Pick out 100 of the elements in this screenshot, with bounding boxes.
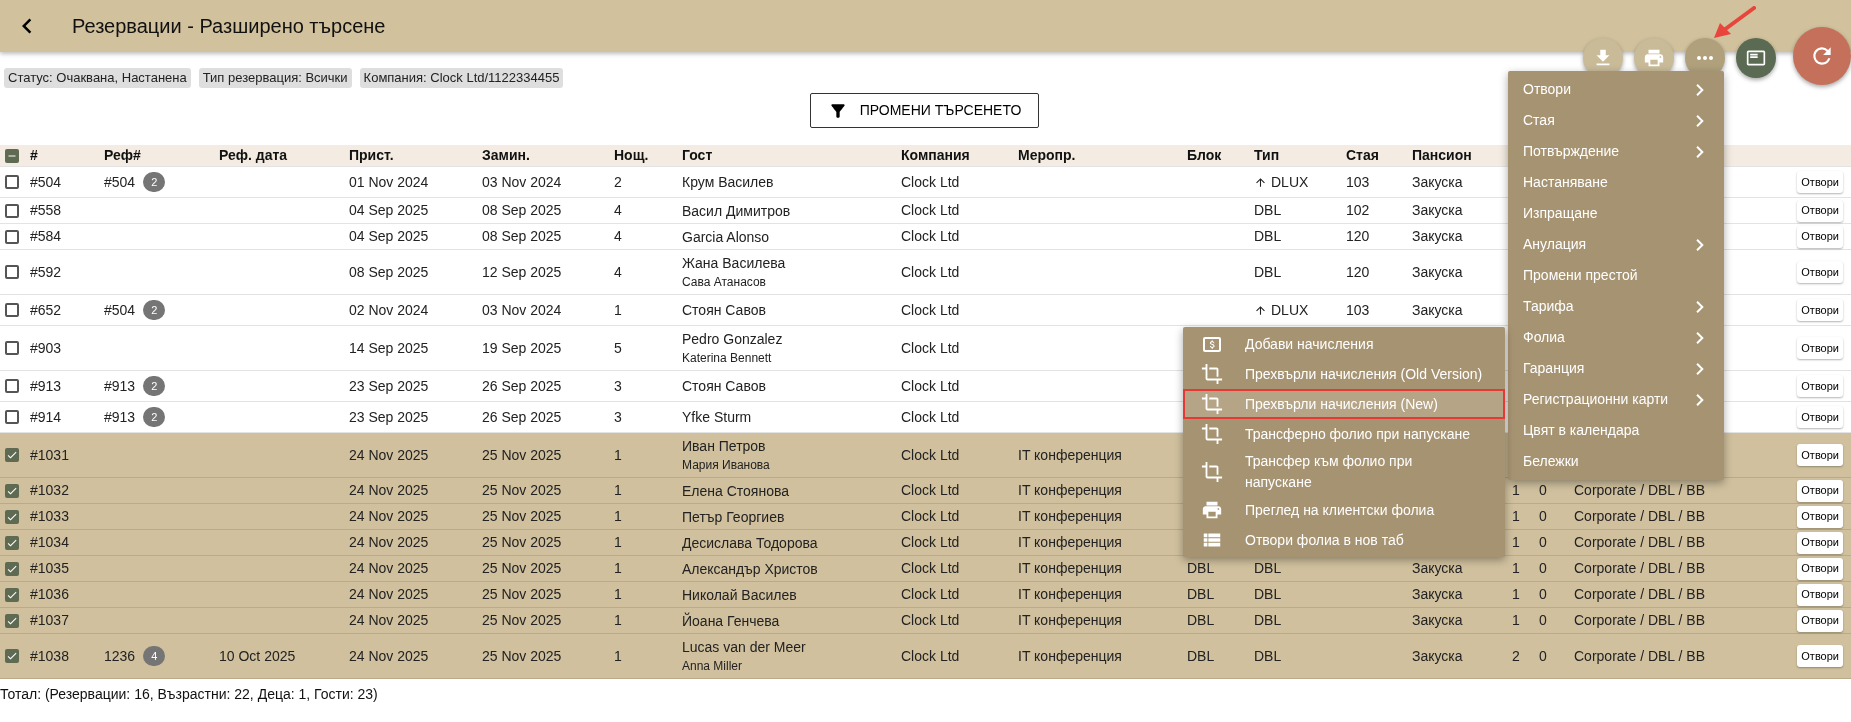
- table-row[interactable]: #1037 24 Nov 2025 25 Nov 2025 1 Йоана Генчева Clock Ltd IT конференция DBL DBL Закуска 1 0 Corporate / DBL / BB Отвори: [0, 608, 1851, 634]
- open-button[interactable]: Отвори: [1797, 337, 1843, 359]
- open-button[interactable]: Отвори: [1797, 531, 1843, 554]
- column-header[interactable]: Замин.: [482, 147, 530, 163]
- open-button[interactable]: Отвори: [1797, 171, 1843, 193]
- column-header[interactable]: Пансион: [1412, 147, 1472, 163]
- open-button[interactable]: Отвори: [1797, 479, 1843, 502]
- print-icon: [1643, 47, 1665, 69]
- table-cell: Закуска: [1412, 173, 1463, 190]
- checkbox[interactable]: [5, 649, 19, 663]
- table-cell-text: Десислава Тодорова: [682, 533, 819, 553]
- table-cell: Clock Ltd: [901, 228, 960, 244]
- checkbox[interactable]: [5, 265, 19, 279]
- refresh-button[interactable]: [1793, 27, 1851, 85]
- column-header[interactable]: Блок: [1187, 147, 1222, 163]
- table-cell: 14 Sep 2025: [349, 339, 429, 356]
- table-cell: #1035: [30, 560, 69, 576]
- table-cell: Clock Ltd: [901, 612, 960, 628]
- table-cell: #592: [30, 263, 62, 280]
- open-button[interactable]: Отвори: [1797, 225, 1843, 248]
- column-header[interactable]: Прист.: [349, 147, 394, 163]
- column-header[interactable]: Нощ.: [614, 147, 649, 163]
- table-cell: 08 Sep 2025: [482, 202, 562, 218]
- table-cell: 1: [1512, 612, 1520, 628]
- open-button[interactable]: Отвори: [1797, 609, 1843, 632]
- column-header[interactable]: Компания: [901, 147, 970, 163]
- checkbox[interactable]: [5, 229, 19, 244]
- table-cell: 1: [614, 508, 622, 524]
- table-cell: #1037: [30, 612, 69, 628]
- checkbox[interactable]: [5, 203, 19, 218]
- open-button[interactable]: Отвори: [1797, 505, 1843, 528]
- table-cell: 10 Oct 2025: [219, 647, 296, 664]
- table-cell: 1: [1512, 560, 1520, 576]
- table-cell: 5: [614, 339, 622, 356]
- open-button[interactable]: Отвори: [1797, 261, 1843, 283]
- column-header[interactable]: Меропр.: [1018, 147, 1076, 163]
- checkbox[interactable]: [5, 613, 19, 628]
- table-row[interactable]: #1035 24 Nov 2025 25 Nov 2025 1 Александър Христов Clock Ltd IT конференция DBL DBL Закуска 1 0 Corporate / DBL / BB Отвори: [0, 556, 1851, 582]
- table-cell: 0: [1539, 586, 1547, 602]
- table-row[interactable]: #1038 1236 4 10 Oct 2025 24 Nov 2025 25 Nov 2025 1 Lucas van der Meer Anna Miller Clock Ltd IT конференция DBL DBL Закуска 2 0 Corporate / DBL / BB Отвори: [0, 634, 1851, 679]
- column-header[interactable]: Тип: [1254, 147, 1280, 163]
- checkbox[interactable]: [5, 410, 19, 424]
- table-row[interactable]: #1036 24 Nov 2025 25 Nov 2025 1 Николай Василев Clock Ltd IT конференция DBL DBL Закуска 1 0 Corporate / DBL / BB Отвори: [0, 582, 1851, 608]
- table-cell-text: Lucas van der Meer: [682, 638, 807, 657]
- checkbox[interactable]: [5, 535, 19, 550]
- checkbox[interactable]: [5, 483, 19, 498]
- table-cell: 1: [614, 647, 622, 664]
- open-button[interactable]: Отвори: [1797, 557, 1843, 580]
- table-cell-text: DBL: [1254, 262, 1282, 282]
- open-button[interactable]: Отвори: [1797, 406, 1843, 428]
- checkbox[interactable]: [5, 175, 19, 189]
- count-badge: 2: [143, 407, 166, 427]
- page-title: Резервации - Разширено търсене: [72, 14, 386, 39]
- table-cell: 1: [614, 482, 622, 498]
- open-button[interactable]: Отвори: [1797, 645, 1843, 667]
- checkbox[interactable]: [5, 587, 19, 602]
- table-cell: 12 Sep 2025: [482, 263, 562, 280]
- table-cell-text: Anna Miller: [682, 658, 744, 675]
- table-cell-text: DBL: [1254, 646, 1282, 666]
- table-cell: Corporate / DBL / BB: [1574, 508, 1705, 524]
- table-cell: 3: [614, 408, 622, 425]
- table-cell-text: DBL: [1254, 201, 1282, 220]
- table-cell: Corporate / DBL / BB: [1574, 612, 1705, 628]
- open-button[interactable]: Отвори: [1797, 199, 1843, 222]
- table-cell: Clock Ltd: [901, 408, 960, 425]
- table-cell-text: 1236: [104, 646, 136, 666]
- table-cell: Corporate / DBL / BB: [1574, 586, 1705, 602]
- open-button[interactable]: Отвори: [1797, 444, 1843, 466]
- open-button[interactable]: Отвори: [1797, 299, 1843, 321]
- table-cell-text: #504: [104, 300, 136, 320]
- change-search-button[interactable]: ПРОМЕНИ ТЪРСЕНЕТО: [810, 93, 1039, 128]
- checkbox[interactable]: [5, 561, 19, 576]
- table-cell: #1031: [30, 446, 69, 463]
- column-header[interactable]: Стая: [1346, 147, 1379, 163]
- checkbox[interactable]: [5, 148, 19, 163]
- form-button[interactable]: [1736, 38, 1776, 78]
- checkbox[interactable]: [5, 448, 19, 462]
- table-cell-text: DLUX: [1271, 172, 1309, 192]
- checkbox[interactable]: [5, 379, 19, 393]
- table-cell: 08 Sep 2025: [482, 228, 562, 244]
- table-cell-text: Николай Василев: [682, 585, 798, 605]
- checkbox[interactable]: [5, 341, 19, 355]
- table-cell-text: Васил Димитров: [682, 201, 792, 221]
- checkbox[interactable]: [5, 509, 19, 524]
- column-header[interactable]: Реф. дата: [219, 147, 288, 163]
- table-cell-text: DBL: [1254, 559, 1282, 578]
- table-cell: 2: [614, 173, 622, 190]
- table-cell: 0: [1539, 647, 1547, 664]
- table-cell: Clock Ltd: [901, 482, 960, 498]
- table-cell: 1: [614, 446, 622, 463]
- checkbox[interactable]: [5, 303, 19, 317]
- open-button[interactable]: Отвори: [1797, 583, 1843, 606]
- column-header[interactable]: #: [30, 147, 38, 163]
- column-header[interactable]: Гост: [682, 147, 713, 163]
- count-badge: 2: [143, 376, 166, 396]
- table-cell: 103: [1346, 301, 1370, 318]
- table-cell: 1: [614, 560, 622, 576]
- table-cell-text: Garcia Alonso: [682, 227, 771, 247]
- open-button[interactable]: Отвори: [1797, 375, 1843, 397]
- column-header[interactable]: Реф#: [104, 147, 141, 163]
